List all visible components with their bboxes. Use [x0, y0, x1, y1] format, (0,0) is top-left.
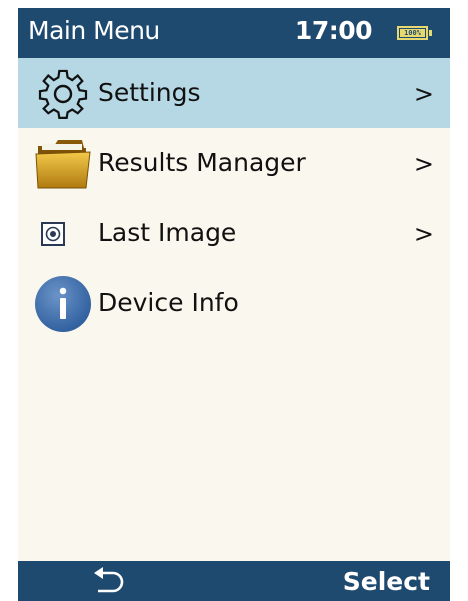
main-menu-list: Settings > Results Manager > Last Image … [18, 58, 450, 338]
gear-icon [38, 69, 88, 119]
menu-item-last-image[interactable]: Last Image > [18, 198, 450, 268]
device-screen: Main Menu 17:00 100% Settings > Results … [18, 8, 450, 601]
battery-icon: 100% [397, 26, 432, 40]
clock: 17:00 [294, 16, 373, 45]
menu-item-device-info[interactable]: Device Info [18, 268, 450, 338]
back-arrow-icon [94, 567, 124, 593]
menu-item-label: Device Info [98, 288, 239, 317]
menu-item-label: Settings [98, 78, 201, 107]
info-icon [35, 276, 91, 332]
menu-item-label: Results Manager [98, 148, 306, 177]
back-button[interactable] [78, 561, 128, 601]
select-button[interactable]: Select [343, 567, 430, 596]
chevron-right-icon: > [413, 80, 434, 108]
menu-item-settings[interactable]: Settings > [18, 58, 450, 128]
image-target-icon [41, 222, 65, 246]
page-title: Main Menu [28, 16, 160, 45]
title-bar: Main Menu 17:00 100% [18, 8, 450, 58]
chevron-right-icon: > [413, 220, 434, 248]
menu-item-label: Last Image [98, 218, 237, 247]
menu-item-results-manager[interactable]: Results Manager > [18, 128, 450, 198]
chevron-right-icon: > [413, 150, 434, 178]
battery-percent: 100% [404, 29, 421, 37]
soft-key-bar: Select [18, 561, 450, 601]
folder-icon [35, 140, 91, 189]
